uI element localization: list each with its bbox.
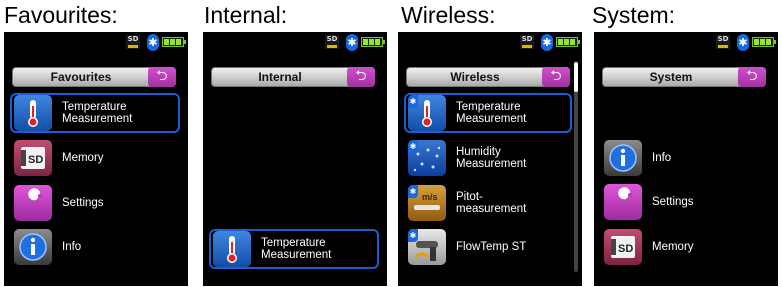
scrollbar[interactable] <box>574 62 578 272</box>
menu-item-label: Settings <box>62 197 104 209</box>
menu-item-humidity[interactable]: ✱ Humidity Measurement <box>404 138 574 178</box>
sd-card-status-icon: SD <box>520 35 534 49</box>
back-button[interactable]: ⮌ <box>542 67 570 87</box>
menu-item-flowtemp[interactable]: ✱ FlowTemp ST <box>404 227 574 267</box>
flow-sensor-icon: ✱ <box>408 229 446 265</box>
sd-card-status-icon: SD <box>126 35 140 49</box>
thermometer-icon: ✱ <box>408 95 446 131</box>
internal-screen: SD ✱ Internal ⮌ Temperature Measurement <box>203 32 387 286</box>
sd-card-icon: SD <box>14 140 52 176</box>
sd-card-status-icon: SD <box>716 35 730 49</box>
thermometer-icon <box>213 231 251 267</box>
menu-item-label: Info <box>652 152 672 164</box>
back-button[interactable]: ⮌ <box>347 67 375 87</box>
bluetooth-badge-icon: ✱ <box>408 229 418 242</box>
menu-title: Favourites <box>50 70 112 84</box>
caption-internal: Internal: <box>204 2 288 28</box>
svg-text:SD: SD <box>28 154 43 166</box>
wireless-screen: SD ✱ Wireless ⮌ ✱ Temperature Measuremen… <box>398 32 582 286</box>
caption-wireless: Wireless: <box>401 2 496 28</box>
menu-item-temperature[interactable]: Temperature Measurement <box>10 93 180 133</box>
wrench-icon <box>14 185 52 221</box>
menu-item-label: Temperature Measurement <box>62 101 133 125</box>
menu-item-label: Memory <box>62 152 104 164</box>
menu-item-label: Temperature Measurement <box>261 237 332 261</box>
menu-item-settings[interactable]: Settings <box>600 182 770 222</box>
menu-item-info[interactable]: Info <box>10 227 180 267</box>
system-screen: SD ✱ System ⮌ Info Settings SD Memory <box>594 32 778 286</box>
menu-item-settings[interactable]: Settings <box>10 183 180 223</box>
info-icon <box>604 140 642 176</box>
sd-card-icon: SD <box>604 229 642 265</box>
back-arrow-icon: ⮌ <box>550 68 562 84</box>
bluetooth-icon: ✱ <box>147 34 159 51</box>
menu-item-pitot[interactable]: m/s ✱ Pitot- measurement <box>404 183 574 223</box>
caption-system: System: <box>592 2 676 28</box>
wrench-icon <box>604 184 642 220</box>
thermometer-icon <box>14 95 52 131</box>
menu-item-label: Pitot- measurement <box>456 191 527 215</box>
bluetooth-icon: ✱ <box>737 34 749 51</box>
battery-icon <box>361 37 385 47</box>
svg-text:SD: SD <box>618 243 633 255</box>
menu-item-memory[interactable]: SD Memory <box>10 138 180 178</box>
menu-item-temperature[interactable]: ✱ Temperature Measurement <box>404 93 572 133</box>
menu-item-label: Info <box>62 241 82 253</box>
bluetooth-badge-icon: ✱ <box>408 140 418 153</box>
menu-item-temperature[interactable]: Temperature Measurement <box>209 229 379 269</box>
menu-header: Internal ⮌ <box>211 67 375 87</box>
menu-item-label: FlowTemp ST <box>456 241 527 253</box>
menu-item-label: Memory <box>652 241 694 253</box>
menu-item-label: Humidity Measurement <box>456 146 527 170</box>
bluetooth-icon: ✱ <box>541 34 553 51</box>
menu-item-label: Temperature Measurement <box>456 101 527 125</box>
back-arrow-icon: ⮌ <box>746 68 758 84</box>
menu-item-memory[interactable]: SD Memory <box>600 227 770 267</box>
caption-favourites: Favourites: <box>4 2 118 28</box>
battery-icon <box>162 37 186 47</box>
menu-title: Wireless <box>450 70 500 84</box>
scrollbar-thumb[interactable] <box>574 62 578 92</box>
battery-icon <box>556 37 580 47</box>
bluetooth-badge-icon: ✱ <box>408 95 418 108</box>
menu-item-info[interactable]: Info <box>600 138 770 178</box>
menu-header: Wireless ⮌ <box>406 67 570 87</box>
menu-title: Internal <box>258 70 302 84</box>
back-arrow-icon: ⮌ <box>156 68 168 84</box>
menu-item-label: Settings <box>652 196 694 208</box>
favourites-screen: SD ✱ Favourites ⮌ Temperature Measuremen… <box>4 32 188 286</box>
svg-text:m/s: m/s <box>422 192 438 202</box>
humidity-icon: ✱ <box>408 140 446 176</box>
menu-header: Favourites ⮌ <box>12 67 176 87</box>
back-button[interactable]: ⮌ <box>148 67 176 87</box>
sd-card-status-icon: SD <box>325 35 339 49</box>
info-icon <box>14 229 52 265</box>
back-button[interactable]: ⮌ <box>738 67 766 87</box>
bluetooth-icon: ✱ <box>346 34 358 51</box>
menu-header: System ⮌ <box>602 67 766 87</box>
bluetooth-badge-icon: ✱ <box>408 185 418 198</box>
battery-icon <box>752 37 776 47</box>
back-arrow-icon: ⮌ <box>355 68 367 84</box>
menu-title: System <box>649 70 693 84</box>
pitot-tube-icon: m/s ✱ <box>408 185 446 221</box>
